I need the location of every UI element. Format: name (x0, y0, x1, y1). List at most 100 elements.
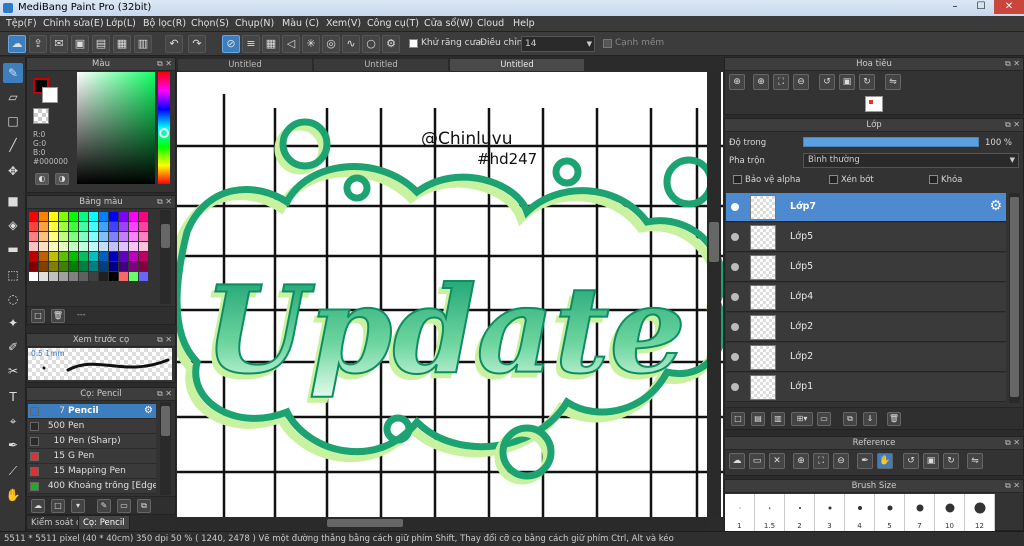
palette-swatch[interactable] (79, 252, 88, 261)
panel-controls-icon[interactable]: ⧉ ✕ (157, 196, 172, 208)
antialias-checkbox[interactable] (409, 39, 418, 48)
palette-swatch[interactable] (69, 232, 78, 241)
protect-alpha-checkbox[interactable] (733, 175, 742, 184)
brush-scrollbar[interactable] (160, 402, 171, 495)
fit-screen-icon[interactable]: ⛶ (813, 453, 829, 469)
palette-swatch[interactable] (29, 232, 38, 241)
duplicate-layer-icon[interactable]: ⧉ (843, 412, 857, 426)
canvas-hscroll-thumb[interactable] (327, 519, 403, 527)
palette-swatch[interactable] (139, 272, 148, 281)
palette-swatch[interactable] (119, 222, 128, 231)
palette-swatch[interactable] (99, 252, 108, 261)
delete-palette-icon[interactable]: 🗑 (51, 309, 65, 323)
visibility-eye-icon[interactable] (731, 233, 739, 241)
parallel-snap-icon[interactable]: ≡ (242, 35, 260, 53)
palette-swatch[interactable] (89, 262, 98, 271)
canvas-vertical-scrollbar[interactable] (707, 72, 721, 517)
line-tool-icon[interactable]: ╱ (3, 135, 23, 155)
canvas-horizontal-scrollbar[interactable] (177, 517, 707, 529)
palette-swatch[interactable] (139, 242, 148, 251)
palette-swatch[interactable] (129, 252, 138, 261)
panel-controls-icon[interactable]: ⧉ ✕ (1005, 58, 1020, 70)
palette-swatch[interactable] (119, 212, 128, 221)
palette-swatch[interactable] (139, 212, 148, 221)
blend-mode-select[interactable]: Bình thường ▼ (803, 153, 1019, 168)
layer-row[interactable]: Lớp2 (726, 343, 1006, 372)
edit-brush-icon[interactable]: ✎ (97, 499, 111, 513)
text-tool-icon[interactable]: T (3, 387, 23, 407)
palette-swatch[interactable] (89, 232, 98, 241)
rotate-right-icon[interactable]: ↻ (943, 453, 959, 469)
palette-swatch[interactable] (99, 222, 108, 231)
palette-swatch[interactable] (59, 232, 68, 241)
menu-select[interactable]: Chọn(S) (191, 18, 229, 29)
vanishing-snap-icon[interactable]: ◁ (282, 35, 300, 53)
maximize-button[interactable]: ☐ (968, 0, 994, 14)
layer-row[interactable]: Lớp1 (726, 373, 1006, 402)
brush-item[interactable]: 10 Pen (Sharp) (28, 434, 156, 449)
minimize-button[interactable]: – (942, 0, 968, 14)
cloud-brush-icon[interactable]: ☁ (31, 499, 45, 513)
brush-size-option[interactable]: 3 (815, 494, 845, 532)
canvas-vscroll-thumb[interactable] (709, 222, 719, 262)
new-halftone-layer-icon[interactable]: ▤ (751, 412, 765, 426)
rotate-left-icon[interactable]: ↺ (903, 453, 919, 469)
layer-row[interactable]: Lớp5 (726, 253, 1006, 282)
brush-item[interactable]: 15 G Pen (28, 449, 156, 464)
select-pen-tool-icon[interactable]: ✐ (3, 337, 23, 357)
close-button[interactable]: ✕ (994, 0, 1024, 14)
brush-size-option[interactable]: 12 (965, 494, 995, 532)
duplicate-icon[interactable]: ⧉ (137, 499, 151, 513)
palette-mode-icon[interactable]: ◐ (35, 173, 49, 185)
reset-view-icon[interactable]: ▣ (839, 74, 855, 90)
palette-swatch[interactable] (59, 252, 68, 261)
menu-layer[interactable]: Lớp(L) (106, 18, 136, 29)
panel-controls-icon[interactable]: ⧉ ✕ (1005, 119, 1020, 131)
brush-size-option[interactable]: 5 (875, 494, 905, 532)
new-8bit-layer-icon[interactable]: ▥ (771, 412, 785, 426)
dropper-tool-icon[interactable]: ⟋ (3, 461, 23, 481)
palette-swatch[interactable] (79, 242, 88, 251)
undo-icon[interactable]: ↶ (165, 35, 183, 53)
panel-controls-icon[interactable]: ⧉ ✕ (157, 334, 172, 346)
palette-swatch[interactable] (59, 212, 68, 221)
palette-swatch[interactable] (89, 272, 98, 281)
eyedropper-icon[interactable]: ✒ (857, 453, 873, 469)
menu-cloud[interactable]: Cloud (477, 18, 504, 29)
panel-controls-icon[interactable]: ⧉ ✕ (1005, 437, 1020, 449)
visibility-eye-icon[interactable] (731, 263, 739, 271)
snap-off-icon[interactable]: ⊘ (222, 35, 240, 53)
menu-file[interactable]: Tệp(F) (6, 18, 37, 29)
trash-icon[interactable]: 🗑 (887, 412, 901, 426)
brush-item[interactable]: 500 Pen (28, 419, 156, 434)
gear-icon[interactable]: ⚙ (144, 405, 153, 416)
cross-snap-icon[interactable]: ▦ (262, 35, 280, 53)
zoom-fit-icon[interactable]: ⊕ (729, 74, 745, 90)
layer-row[interactable]: Lớp5 (726, 223, 1006, 252)
palette-swatch[interactable] (39, 262, 48, 271)
export-icon[interactable]: ▣ (71, 35, 89, 53)
palette-swatch[interactable] (29, 272, 38, 281)
palette-swatch[interactable] (49, 232, 58, 241)
panel-controls-icon[interactable]: ⧉ ✕ (157, 58, 172, 70)
palette-swatch[interactable] (79, 222, 88, 231)
fill-rect-tool-icon[interactable]: ■ (3, 191, 23, 211)
palette-swatch[interactable] (99, 262, 108, 271)
palette-swatch[interactable] (79, 232, 88, 241)
new-layer-icon[interactable]: □ (731, 412, 745, 426)
curve-snap-icon[interactable]: ∿ (342, 35, 360, 53)
palette-swatch[interactable] (29, 242, 38, 251)
menu-capture[interactable]: Chụp(N) (235, 18, 274, 29)
radial-snap-icon[interactable]: ✳ (302, 35, 320, 53)
palette-swatch[interactable] (29, 262, 38, 271)
zoom-out-icon[interactable]: ⊖ (793, 74, 809, 90)
palette-swatch[interactable] (39, 242, 48, 251)
layer-row[interactable]: Lớp4 (726, 283, 1006, 312)
add-layer-menu-icon[interactable]: ⊞▾ (791, 412, 813, 426)
palette-swatch[interactable] (59, 222, 68, 231)
hand-icon[interactable]: ✋ (877, 453, 893, 469)
palette-swatch[interactable] (139, 252, 148, 261)
add-brush-icon[interactable]: ▾ (71, 499, 85, 513)
document-tab[interactable]: Untitled (177, 58, 313, 72)
transparent-swatch[interactable] (33, 108, 49, 124)
